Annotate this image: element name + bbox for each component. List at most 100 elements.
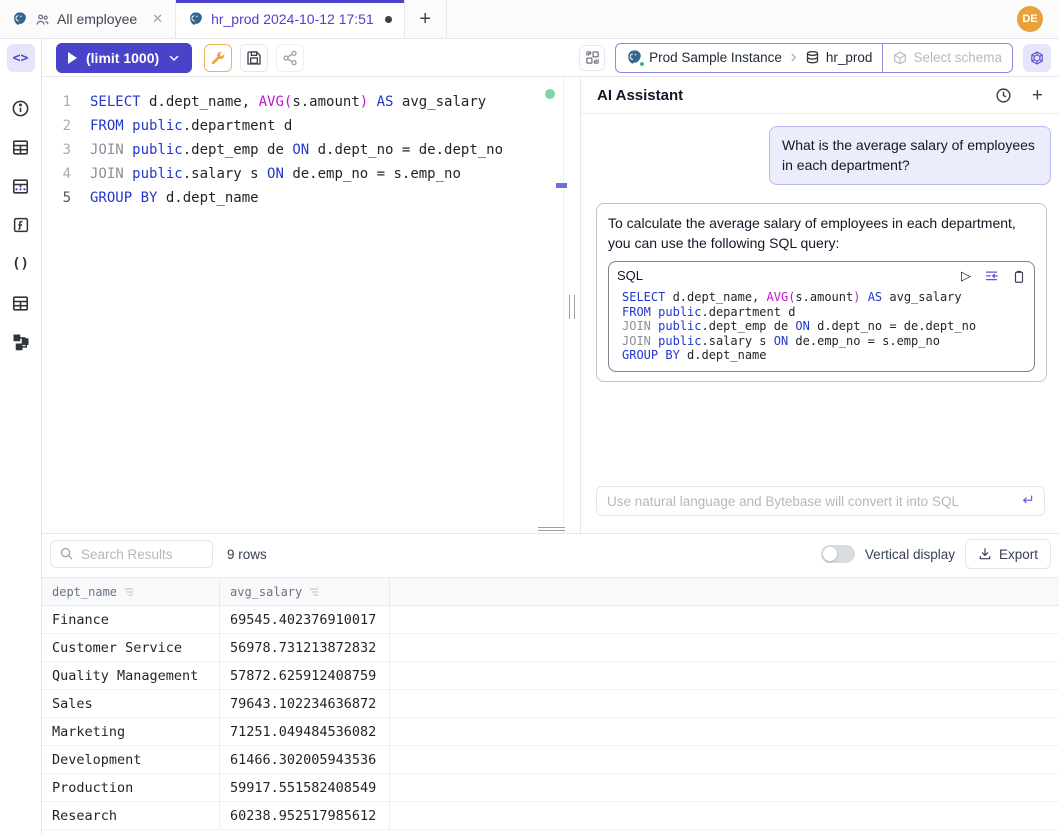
column-header-avg-salary[interactable]: avg_salary [220, 578, 390, 605]
table-cell[interactable]: Research [42, 802, 220, 829]
ai-natural-language-input[interactable] [596, 486, 1045, 516]
ai-assistant-button[interactable] [1023, 44, 1051, 72]
sql-editor-code[interactable]: 1SELECT d.dept_name, AVG(s.amount) AS av… [42, 77, 563, 210]
shared-people-icon [35, 12, 50, 27]
table-row[interactable]: Research60238.952517985612 [42, 802, 1059, 830]
table-cell[interactable]: 69545.402376910017 [220, 606, 390, 633]
database-name: hr_prod [826, 50, 873, 65]
table-cell[interactable]: 57872.625912408759 [220, 662, 390, 689]
table-cell[interactable]: Finance [42, 606, 220, 633]
format-sql-button[interactable] [204, 44, 232, 72]
table-cell[interactable]: 60238.952517985612 [220, 802, 390, 829]
postgres-icon [12, 11, 28, 27]
table-cell[interactable]: Sales [42, 690, 220, 717]
info-icon[interactable] [11, 98, 31, 118]
table-cell[interactable]: 56978.731213872832 [220, 634, 390, 661]
panel-resize-handle-vertical[interactable] [569, 295, 575, 319]
table-cell[interactable]: 61466.302005943536 [220, 746, 390, 773]
results-toolbar: 9 rows Vertical display Export [42, 539, 1059, 569]
tab-hr-prod[interactable]: hr_prod 2024-10-12 17:51 [176, 0, 405, 38]
postgres-icon [188, 11, 204, 27]
column-header-filler [390, 578, 1059, 605]
table-row[interactable]: Production59917.551582408549 [42, 774, 1059, 802]
results-panel: 9 rows Vertical display Export dept_name… [42, 533, 1059, 835]
table-cell-filler [390, 662, 1059, 689]
connection-breadcrumb: Prod Sample Instance hr_prod Select sche… [615, 43, 1013, 73]
download-icon [978, 547, 992, 561]
table-row[interactable]: Sales79643.102234636872 [42, 690, 1059, 718]
assistant-message-bubble: To calculate the average salary of emplo… [596, 203, 1047, 382]
table-row[interactable]: Finance69545.402376910017 [42, 606, 1059, 634]
table-cell[interactable]: 79643.102234636872 [220, 690, 390, 717]
run-query-button[interactable]: (limit 1000) [56, 43, 192, 73]
assistant-message-text: To calculate the average salary of emplo… [608, 215, 1016, 251]
export-button[interactable]: Export [965, 539, 1051, 569]
sql-editor[interactable]: 1SELECT d.dept_name, AVG(s.amount) AS av… [42, 77, 563, 533]
table-cell[interactable]: 59917.551582408549 [220, 774, 390, 801]
table-cell[interactable]: Marketing [42, 718, 220, 745]
add-tab-button[interactable]: + [405, 0, 447, 38]
new-chat-plus-icon[interactable]: + [1032, 86, 1043, 105]
editor-toolbar: (limit 1000) Prod Sample I [42, 39, 1059, 77]
sort-icon[interactable] [123, 586, 135, 598]
share-sheet-button[interactable] [276, 44, 304, 72]
instance-name: Prod Sample Instance [649, 50, 782, 65]
close-icon[interactable]: ✕ [152, 11, 163, 27]
ai-assistant-panel: AI Assistant + What is the average salar… [580, 77, 1059, 533]
vertical-display-label: Vertical display [865, 547, 955, 562]
batch-mode-button[interactable] [579, 45, 605, 71]
tab-bar: All employee ✕ hr_prod 2024-10-12 17:51 … [0, 0, 1059, 39]
tab-label: hr_prod 2024-10-12 17:51 [211, 11, 374, 27]
ai-code-block: SQL ▷ SELECT d.dept_name, AVG(s.amount) … [608, 261, 1035, 371]
procedures-icon[interactable]: () [11, 254, 31, 274]
instance-database-selector[interactable]: Prod Sample Instance hr_prod [616, 44, 882, 72]
tab-label: All employee [57, 11, 137, 27]
table-cell-filler [390, 606, 1059, 633]
results-search-box [50, 540, 213, 568]
table-row[interactable]: Marketing71251.049484536082 [42, 718, 1059, 746]
left-sidebar: <> () [0, 39, 42, 835]
table-cell-filler [390, 718, 1059, 745]
sort-icon[interactable] [308, 586, 320, 598]
table-cell[interactable]: 71251.049484536082 [220, 718, 390, 745]
chevron-down-icon [168, 52, 180, 64]
row-count-label: 9 rows [227, 547, 267, 562]
schema-diagram-icon[interactable] [11, 332, 31, 352]
external-tables-icon[interactable] [11, 176, 31, 196]
enter-key-icon: ↵ [1022, 491, 1035, 509]
table-cell[interactable]: Quality Management [42, 662, 220, 689]
insert-into-editor-icon[interactable] [984, 269, 999, 284]
table-cell[interactable]: Production [42, 774, 220, 801]
ai-code-lines: SELECT d.dept_name, AVG(s.amount) AS avg… [617, 290, 1026, 363]
workspace: 1SELECT d.dept_name, AVG(s.amount) AS av… [42, 77, 1059, 533]
table-row[interactable]: Quality Management57872.625912408759 [42, 662, 1059, 690]
column-header-dept-name[interactable]: dept_name [42, 578, 220, 605]
search-icon [59, 546, 74, 561]
user-avatar[interactable]: DE [1017, 6, 1043, 32]
unsaved-dot-icon [385, 16, 392, 23]
table-cell[interactable]: Customer Service [42, 634, 220, 661]
panel-resize-handle-horizontal[interactable] [538, 527, 565, 533]
editor-scrollbar-thumb[interactable] [556, 183, 567, 188]
save-sheet-button[interactable] [240, 44, 268, 72]
history-clock-icon[interactable] [995, 87, 1012, 104]
export-label: Export [999, 547, 1038, 562]
ai-assistant-title: AI Assistant [597, 87, 683, 104]
tables-icon[interactable] [11, 137, 31, 157]
sql-editor-toggle-button[interactable]: <> [7, 44, 35, 72]
functions-icon[interactable] [11, 215, 31, 235]
copy-icon[interactable] [1012, 270, 1026, 284]
instance-status-dot [639, 61, 645, 67]
table-cell[interactable]: Development [42, 746, 220, 773]
schema-selector[interactable]: Select schema [882, 44, 1012, 72]
run-code-icon[interactable]: ▷ [961, 267, 971, 286]
search-results-input[interactable] [50, 540, 213, 568]
table-row[interactable]: Customer Service56978.731213872832 [42, 634, 1059, 662]
schema-cube-icon [893, 51, 907, 65]
table-row[interactable]: Development61466.302005943536 [42, 746, 1059, 774]
results-table-body: Finance69545.402376910017Customer Servic… [42, 606, 1059, 830]
views-icon[interactable] [11, 293, 31, 313]
table-cell-filler [390, 746, 1059, 773]
vertical-display-toggle[interactable] [821, 545, 855, 563]
tab-all-employee[interactable]: All employee ✕ [0, 0, 176, 38]
